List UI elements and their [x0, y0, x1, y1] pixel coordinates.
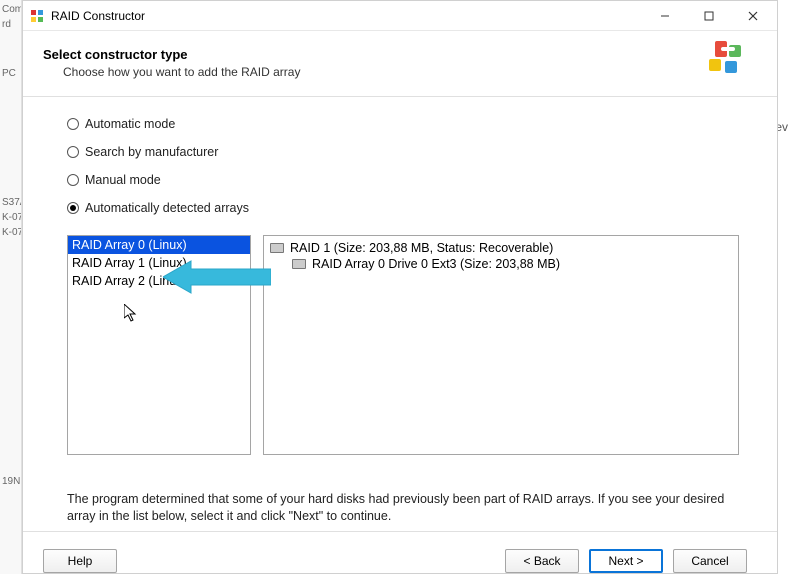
- titlebar: RAID Constructor: [23, 1, 777, 31]
- tree-label: RAID 1 (Size: 203,88 MB, Status: Recover…: [290, 241, 553, 255]
- option-label: Automatically detected arrays: [85, 201, 249, 215]
- puzzle-logo-icon: [701, 39, 749, 86]
- maximize-button[interactable]: [687, 1, 731, 31]
- app-icon: [29, 8, 45, 24]
- instruction-text: The program determined that some of your…: [67, 491, 739, 525]
- wizard-header: Select constructor type Choose how you w…: [23, 31, 777, 97]
- list-item[interactable]: RAID Array 1 (Linux): [68, 254, 250, 272]
- minimize-button[interactable]: [643, 1, 687, 31]
- raid-constructor-window: RAID Constructor Select constructor type…: [22, 0, 778, 574]
- option-manual-mode[interactable]: Manual mode: [67, 173, 739, 187]
- background-panel-left: Com rd PC S37A K-07U K-073 19N: [0, 0, 22, 574]
- option-label: Automatic mode: [85, 117, 175, 131]
- radio-automatic[interactable]: [67, 118, 79, 130]
- array-detail-panel[interactable]: RAID 1 (Size: 203,88 MB, Status: Recover…: [263, 235, 739, 455]
- array-list-panel[interactable]: RAID Array 0 (Linux) RAID Array 1 (Linux…: [67, 235, 251, 455]
- option-label: Manual mode: [85, 173, 161, 187]
- window-title: RAID Constructor: [51, 9, 643, 23]
- next-button[interactable]: Next >: [589, 549, 663, 573]
- list-item[interactable]: RAID Array 2 (Linux): [68, 272, 250, 290]
- help-button[interactable]: Help: [43, 549, 117, 573]
- tree-row-raid[interactable]: RAID 1 (Size: 203,88 MB, Status: Recover…: [270, 240, 732, 256]
- disk-icon: [292, 259, 306, 269]
- option-label: Search by manufacturer: [85, 145, 218, 159]
- tree-row-drive[interactable]: RAID Array 0 Drive 0 Ext3 (Size: 203,88 …: [270, 256, 732, 272]
- list-item[interactable]: RAID Array 0 (Linux): [68, 236, 250, 254]
- radio-manual[interactable]: [67, 174, 79, 186]
- wizard-footer: Help < Back Next > Cancel: [23, 531, 777, 573]
- cancel-button[interactable]: Cancel: [673, 549, 747, 573]
- back-button[interactable]: < Back: [505, 549, 579, 573]
- radio-search[interactable]: [67, 146, 79, 158]
- option-search-manufacturer[interactable]: Search by manufacturer: [67, 145, 739, 159]
- header-heading: Select constructor type: [43, 47, 300, 62]
- radio-detected[interactable]: [67, 202, 79, 214]
- header-subheading: Choose how you want to add the RAID arra…: [63, 65, 300, 79]
- option-automatic-mode[interactable]: Automatic mode: [67, 117, 739, 131]
- close-button[interactable]: [731, 1, 775, 31]
- option-detected-arrays[interactable]: Automatically detected arrays: [67, 201, 739, 215]
- tree-label: RAID Array 0 Drive 0 Ext3 (Size: 203,88 …: [312, 257, 560, 271]
- wizard-body: Automatic mode Search by manufacturer Ma…: [23, 97, 777, 531]
- disk-icon: [270, 243, 284, 253]
